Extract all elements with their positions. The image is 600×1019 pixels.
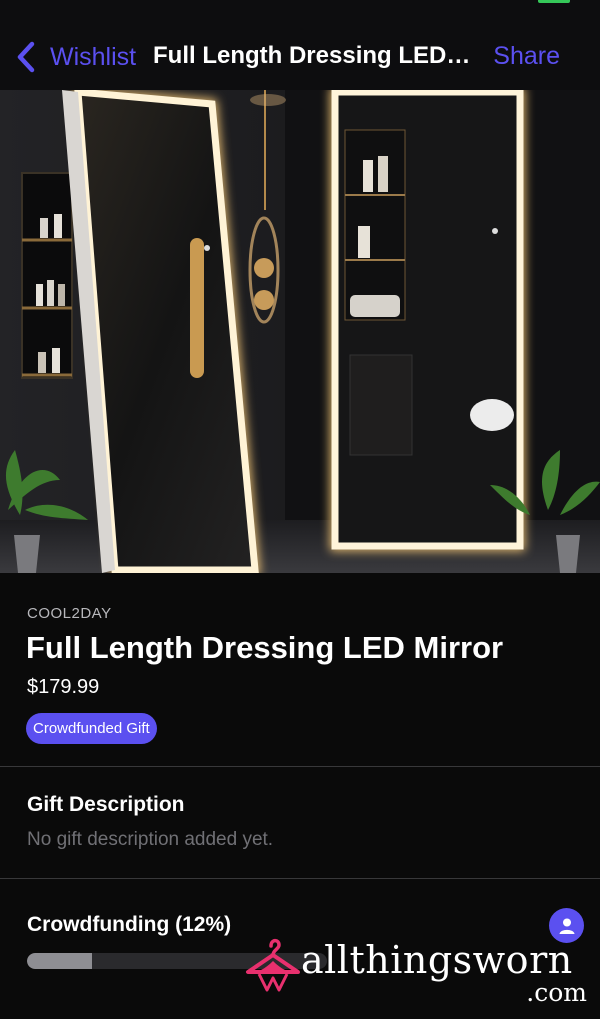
product-price: $179.99	[27, 676, 100, 698]
product-info-section: COOL2DAY Full Length Dressing LED Mirror…	[0, 573, 600, 767]
watermark-text: allthingsworn	[301, 938, 573, 982]
gift-description-text: No gift description added yet.	[27, 829, 274, 850]
product-title: Full Length Dressing LED Mirror	[26, 630, 504, 665]
seller-name[interactable]: COOL2DAY	[27, 605, 112, 622]
back-button-label: Wishlist	[50, 42, 137, 71]
gift-description-section: Gift Description No gift description add…	[0, 767, 600, 879]
mirror-photo	[0, 90, 600, 573]
watermark-suffix: .com	[526, 978, 587, 1007]
navigation-bar: Wishlist Full Length Dressing LED Mirror…	[0, 0, 600, 90]
share-button[interactable]: Share	[493, 42, 560, 71]
gift-description-heading: Gift Description	[27, 793, 185, 816]
crowdfunding-progress-fill	[27, 953, 92, 969]
chevron-left-icon	[17, 41, 35, 73]
back-button[interactable]: Wishlist	[14, 38, 136, 76]
battery-indicator	[538, 0, 570, 3]
page-title: Full Length Dressing LED Mirror	[153, 42, 473, 69]
person-icon	[559, 918, 574, 934]
watermark-logo: allthingsworn .com	[245, 934, 590, 1007]
crowdfunding-heading: Crowdfunding (12%)	[27, 913, 232, 936]
product-image[interactable]	[0, 90, 600, 573]
hanger-icon	[246, 938, 300, 992]
crowdfunded-gift-badge: Crowdfunded Gift	[26, 713, 157, 744]
